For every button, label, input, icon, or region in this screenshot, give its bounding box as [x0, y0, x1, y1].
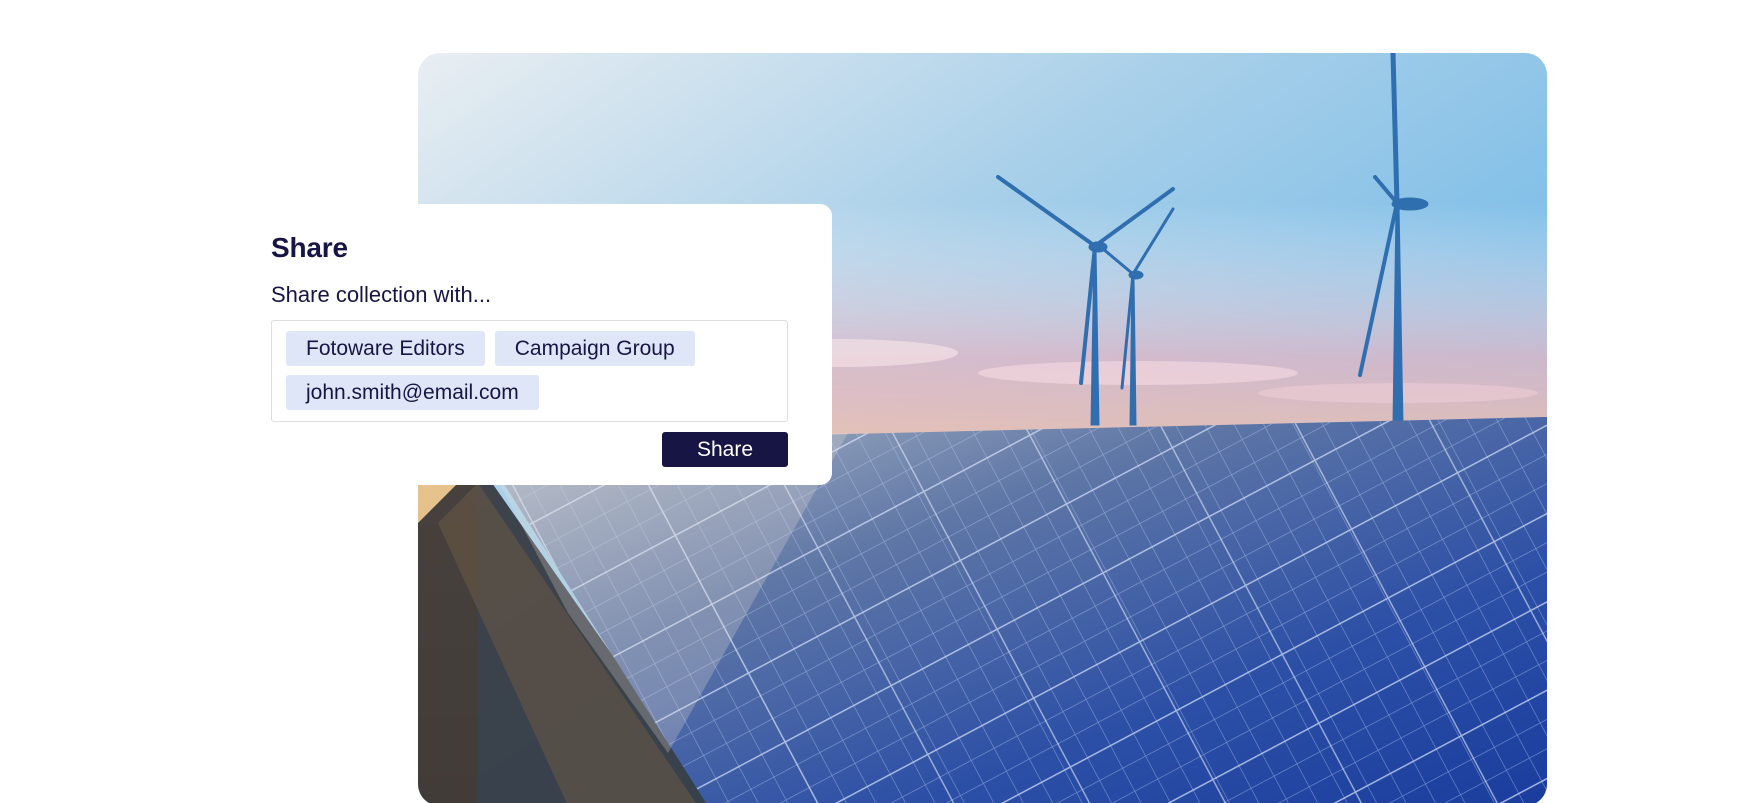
page: Share Share collection with... Fotoware … [0, 0, 1757, 803]
dialog-actions: Share [271, 432, 788, 467]
recipient-chip[interactable]: john.smith@email.com [286, 375, 539, 410]
dialog-title: Share [271, 232, 348, 263]
share-button[interactable]: Share [662, 432, 788, 467]
share-dialog: Share Share collection with... Fotoware … [231, 204, 832, 485]
share-subtitle: Share collection with... [271, 282, 492, 307]
recipients-input[interactable]: Fotoware Editors Campaign Group john.smi… [271, 320, 788, 422]
recipient-chip[interactable]: Campaign Group [494, 331, 695, 366]
recipient-chip[interactable]: Fotoware Editors [286, 331, 485, 366]
